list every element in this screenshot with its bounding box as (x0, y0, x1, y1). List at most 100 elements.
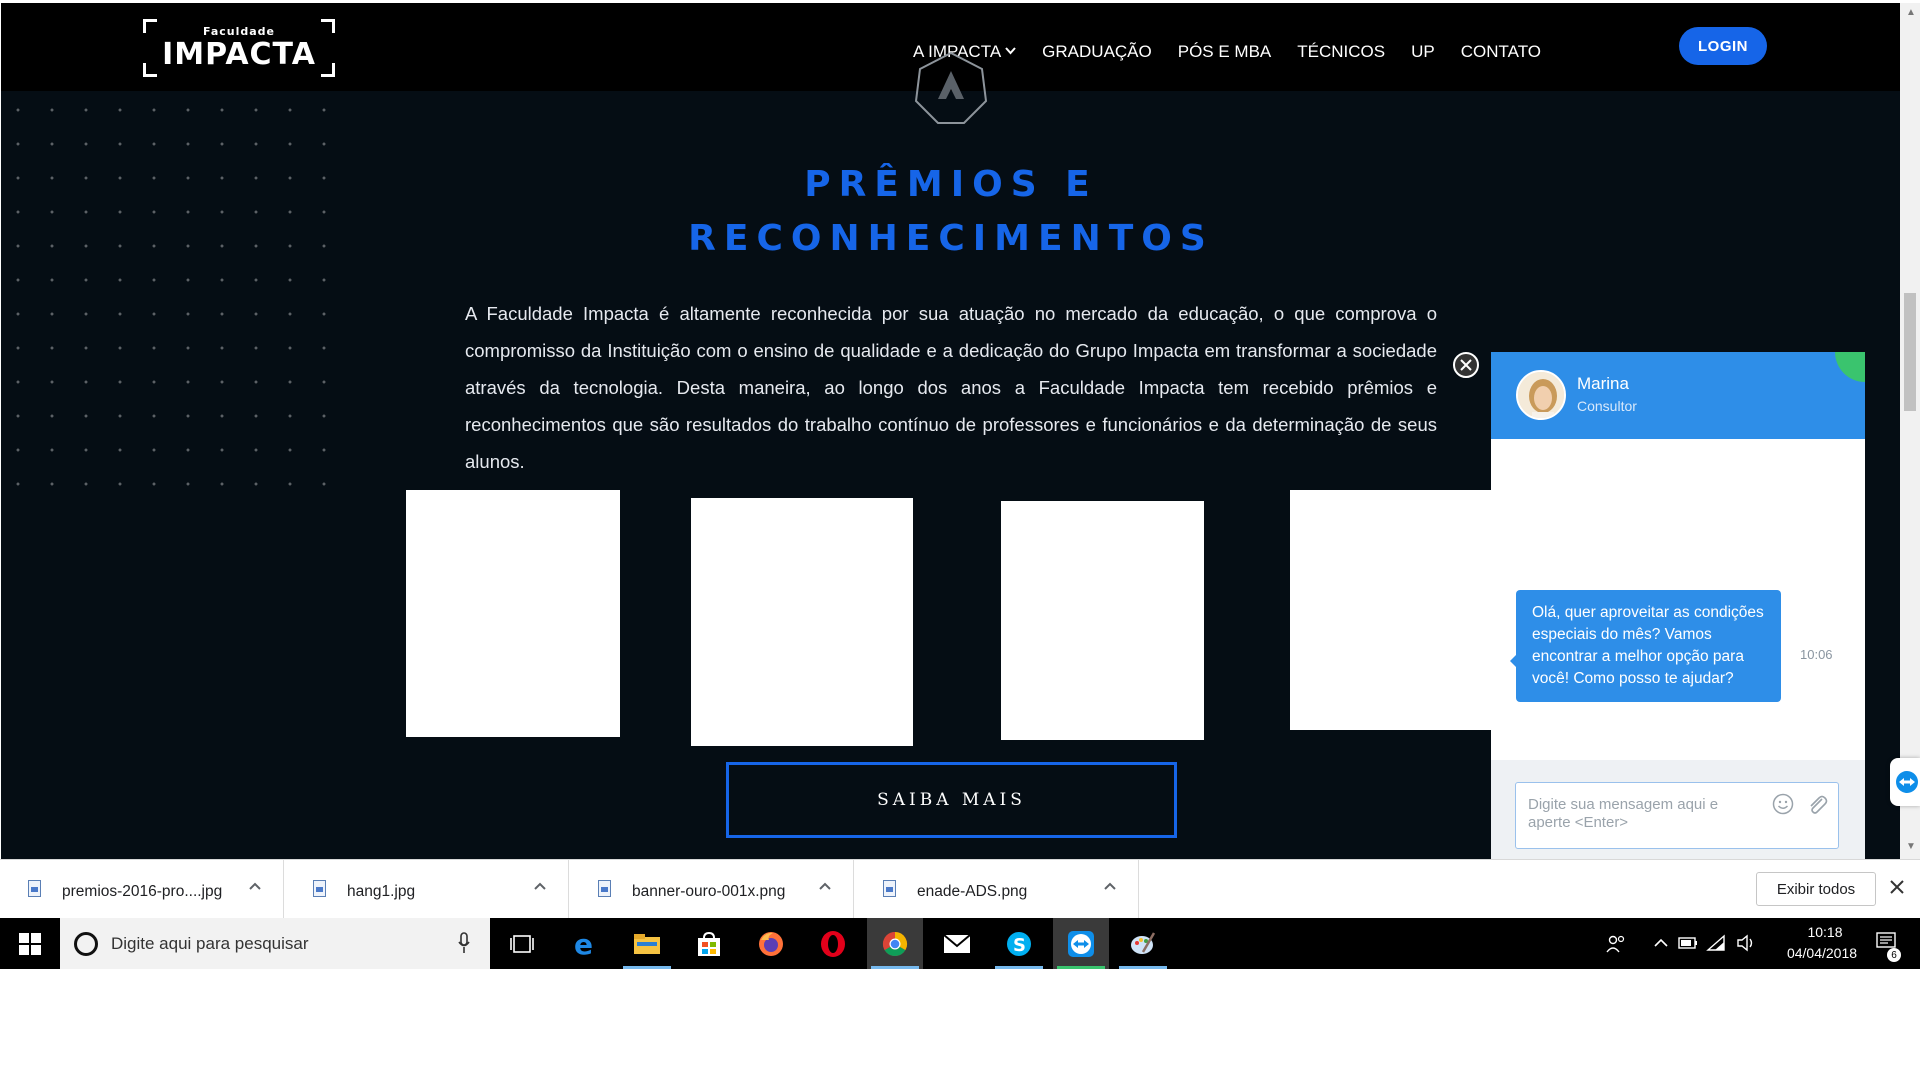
award-image[interactable] (1290, 490, 1491, 730)
svg-text:S: S (1013, 935, 1026, 956)
scroll-up-arrow-icon[interactable]: ▲ (1906, 7, 1916, 18)
chat-footer: Digite sua mensagem aqui e aperte <Enter… (1491, 760, 1865, 859)
clock-time[interactable]: 10:18 (1782, 924, 1868, 940)
message-timestamp: 10:06 (1800, 647, 1833, 662)
emoji-icon[interactable] (1772, 793, 1794, 821)
chat-message-input[interactable]: Digite sua mensagem aqui e aperte <Enter… (1515, 782, 1839, 849)
site-logo[interactable]: Faculdade IMPACTA (143, 19, 335, 77)
microphone-icon[interactable] (458, 932, 470, 954)
nav-item-label: TÉCNICOS (1297, 42, 1386, 61)
browser-viewport: Faculdade IMPACTA A IMPACTA GRADUAÇÃO PÓ… (1, 3, 1900, 859)
teamviewer-float-tab[interactable] (1890, 758, 1920, 806)
section-emblem-icon (914, 51, 988, 124)
image-file-icon (598, 880, 611, 897)
chat-header: Marina Consultor (1491, 352, 1865, 439)
running-indicator (623, 966, 671, 969)
download-file-name: hang1.jpg (347, 883, 416, 900)
saiba-mais-button[interactable]: SAIBA MAIS (726, 762, 1177, 838)
section-title: PRÊMIOS E RECONHECIMENTOS (641, 158, 1261, 266)
download-file-name: banner-ouro-001x.png (632, 883, 786, 900)
attachment-icon[interactable] (1806, 793, 1828, 817)
chat-widget: Marina Consultor Olá, quer aproveitar as… (1491, 352, 1865, 859)
close-icon[interactable] (1890, 874, 1904, 900)
dot-pattern-decoration (1, 93, 346, 513)
download-item[interactable]: banner-ouro-001x.png (570, 860, 854, 919)
battery-icon[interactable] (1678, 937, 1698, 949)
show-all-downloads-button[interactable]: Exibir todos (1756, 872, 1876, 906)
logo-wordmark: IMPACTA (162, 37, 316, 72)
nav-item-label: GRADUAÇÃO (1042, 42, 1152, 61)
nav-item-contato[interactable]: CONTATO (1461, 42, 1541, 62)
agent-role: Consultor (1577, 398, 1637, 414)
chevron-up-icon[interactable] (248, 878, 262, 896)
award-image[interactable] (406, 490, 620, 737)
agent-avatar (1516, 370, 1566, 420)
task-view-icon[interactable] (494, 918, 550, 969)
running-indicator (871, 966, 919, 969)
chevron-up-icon[interactable] (1654, 938, 1668, 948)
windows-taskbar: Digite aqui para pesquisar e S 10:18 04/… (0, 918, 1920, 969)
agent-name: Marina (1577, 374, 1629, 393)
download-bar: premios-2016-pro....jpg hang1.jpg banner… (0, 859, 1920, 919)
people-icon[interactable] (1606, 934, 1626, 954)
chat-message-bubble: Olá, quer aproveitar as condições especi… (1516, 590, 1781, 702)
chat-input-placeholder: Digite sua mensagem aqui e aperte <Enter… (1528, 796, 1719, 831)
search-placeholder: Digite aqui para pesquisar (111, 934, 309, 953)
section-title-line: PRÊMIOS E (804, 164, 1098, 205)
image-file-icon (28, 880, 41, 897)
image-file-icon (883, 880, 896, 897)
edge-icon[interactable]: e (557, 918, 613, 969)
store-icon[interactable] (681, 918, 737, 969)
skype-icon[interactable]: S (991, 918, 1047, 969)
opera-icon[interactable] (805, 918, 861, 969)
wifi-icon[interactable] (1706, 934, 1726, 952)
system-tray: 10:18 04/04/2018 6 (1590, 918, 1920, 969)
taskbar-search-box[interactable]: Digite aqui para pesquisar (60, 918, 490, 969)
nav-item-pos-mba[interactable]: PÓS E MBA (1178, 42, 1272, 62)
chevron-down-icon (1005, 46, 1016, 58)
section-description: A Faculdade Impacta é altamente reconhec… (465, 303, 1437, 472)
award-image[interactable] (691, 498, 913, 746)
image-file-icon (313, 880, 326, 897)
download-file-name: enade-ADS.png (917, 883, 1028, 900)
download-item[interactable]: premios-2016-pro....jpg (0, 860, 284, 919)
file-explorer-icon[interactable] (619, 918, 675, 969)
chat-messages: Olá, quer aproveitar as condições especi… (1491, 439, 1865, 760)
screen: Faculdade IMPACTA A IMPACTA GRADUAÇÃO PÓ… (0, 0, 1920, 1080)
running-indicator (995, 966, 1043, 969)
scrollbar-thumb[interactable] (1904, 293, 1916, 411)
nav-item-label: PÓS E MBA (1177, 42, 1272, 61)
chevron-up-icon[interactable] (818, 878, 832, 896)
paint-icon[interactable] (1115, 918, 1171, 969)
running-indicator (1057, 966, 1105, 969)
page-scrollbar[interactable]: ▲ ▼ (1900, 3, 1920, 859)
teamviewer-icon (1896, 771, 1918, 793)
cortana-icon[interactable] (74, 932, 98, 956)
nav-item-label: UP (1411, 42, 1435, 61)
running-indicator (1119, 966, 1167, 969)
firefox-icon[interactable] (743, 918, 799, 969)
start-button[interactable] (0, 918, 60, 969)
award-image[interactable] (1001, 501, 1204, 740)
clock-date[interactable]: 04/04/2018 (1772, 945, 1872, 961)
scroll-down-arrow-icon[interactable]: ▼ (1906, 841, 1916, 852)
chat-close-button[interactable] (1453, 352, 1479, 378)
section-title-line: RECONHECIMENTOS (688, 218, 1214, 259)
chevron-up-icon[interactable] (1103, 878, 1117, 896)
windows-logo-icon (19, 932, 41, 955)
login-button[interactable]: LOGIN (1679, 27, 1767, 65)
chat-status-corner (1835, 352, 1865, 382)
download-item[interactable]: hang1.jpg (285, 860, 569, 919)
svg-text:e: e (574, 930, 593, 958)
mail-icon[interactable] (929, 918, 985, 969)
nav-item-graduacao[interactable]: GRADUAÇÃO (1042, 42, 1152, 62)
chevron-up-icon[interactable] (533, 878, 547, 896)
volume-icon[interactable] (1736, 934, 1756, 952)
teamviewer-icon[interactable] (1053, 918, 1109, 969)
chrome-icon[interactable] (867, 918, 923, 969)
nav-item-up[interactable]: UP (1411, 42, 1435, 62)
download-item[interactable]: enade-ADS.png (855, 860, 1139, 919)
nav-item-tecnicos[interactable]: TÉCNICOS (1297, 42, 1385, 62)
nav-item-label: CONTATO (1460, 42, 1542, 61)
main-menu: A IMPACTA GRADUAÇÃO PÓS E MBA TÉCNICOS U… (913, 37, 1567, 67)
